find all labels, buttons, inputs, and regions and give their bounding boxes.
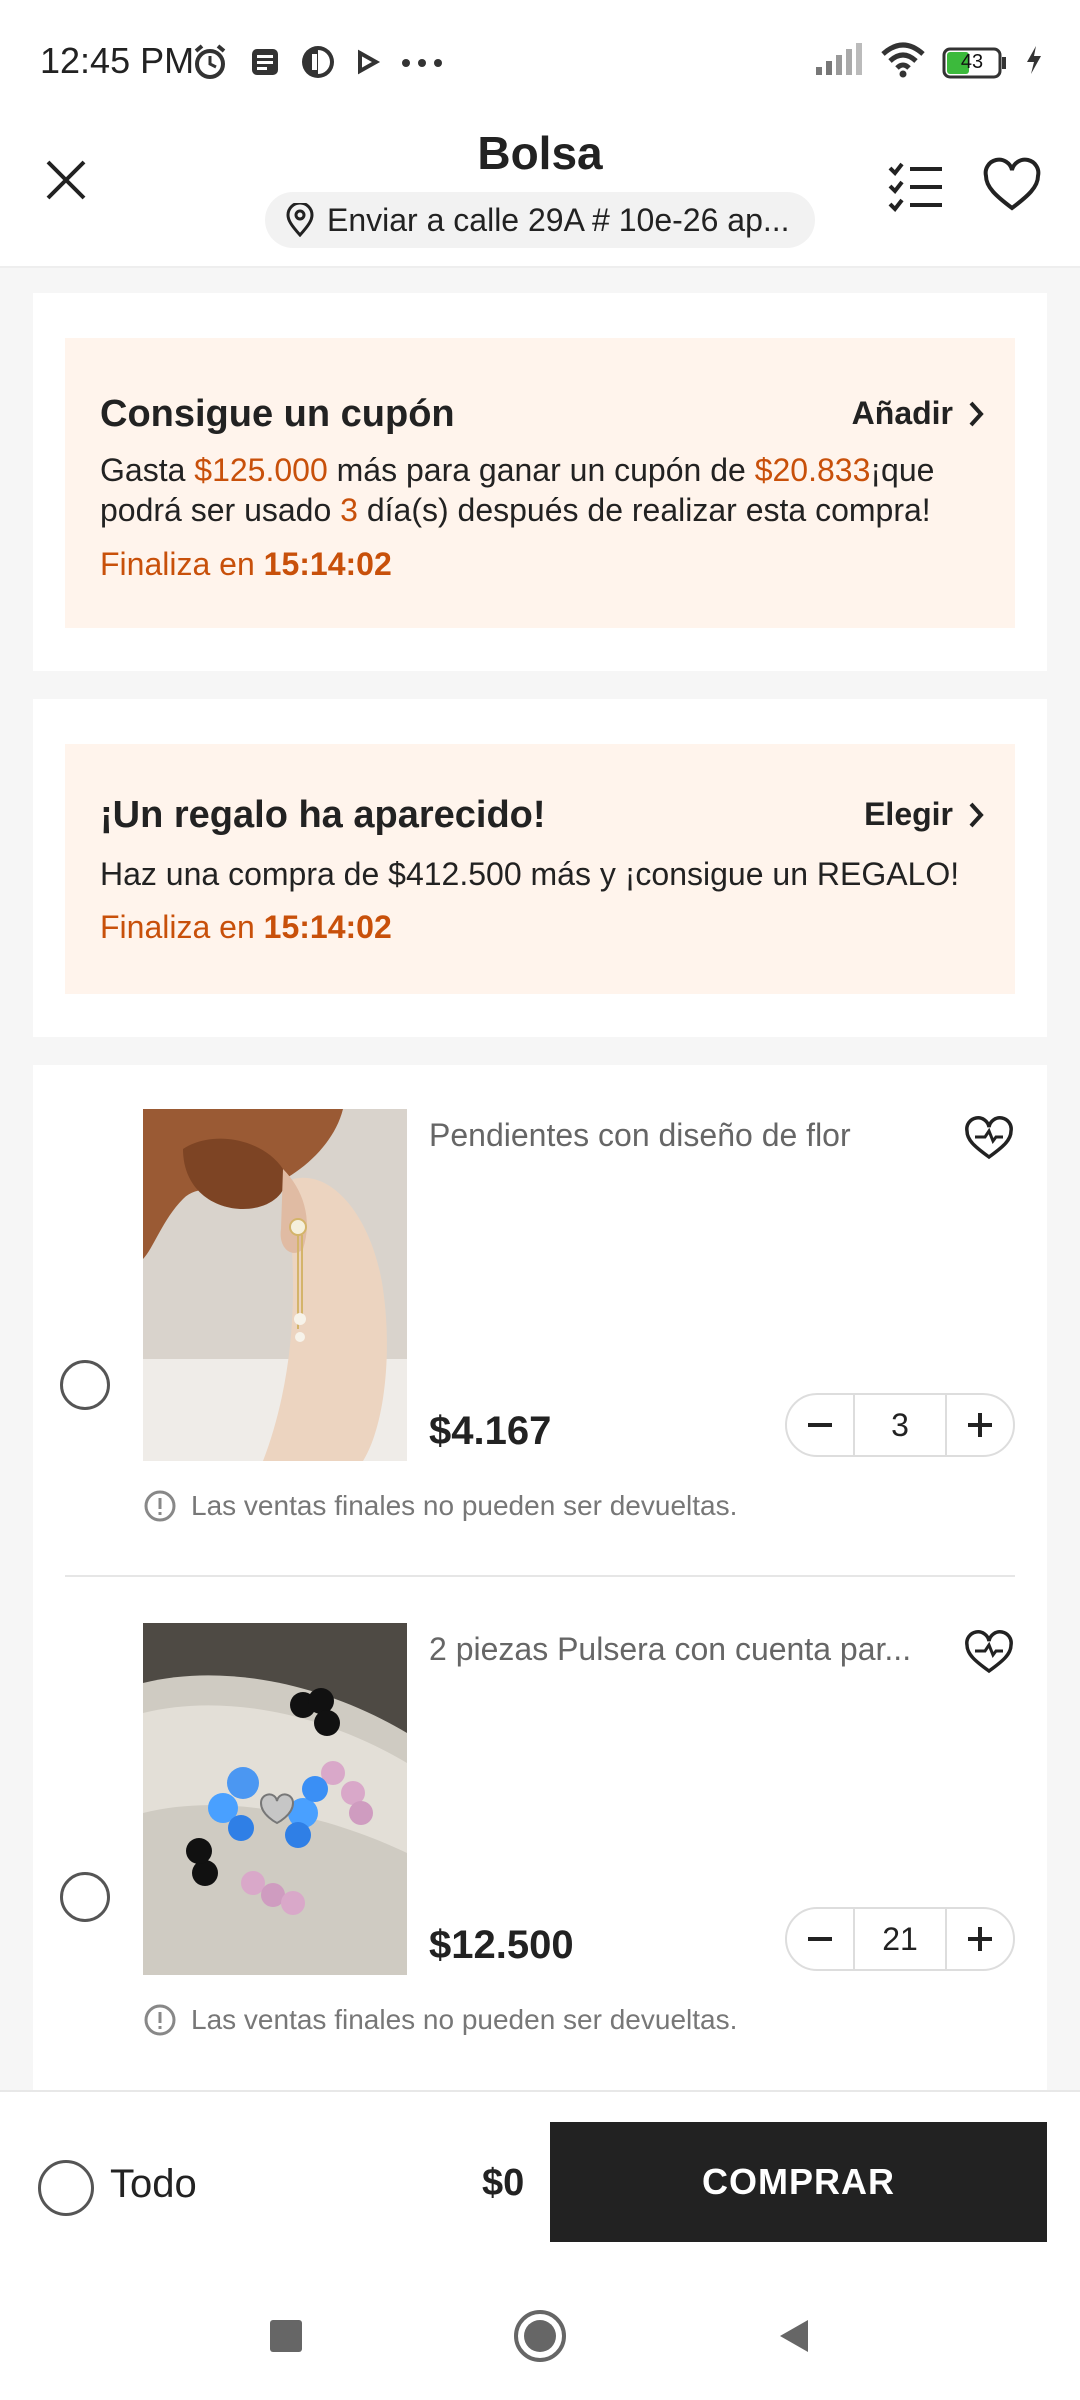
gift-choose-button[interactable]: Elegir: [864, 796, 985, 833]
coupon-promo: Consigue un cupón Añadir Gasta $125.000 …: [65, 338, 1015, 628]
minus-icon: [808, 1937, 832, 1941]
cart-items-card: Pendientes con diseño de flor $4.167 3 L…: [33, 1065, 1047, 2090]
message-icon: [248, 45, 282, 84]
battery-icon: 43: [942, 47, 1008, 79]
chevron-right-icon: [969, 401, 984, 426]
item-select-radio[interactable]: [60, 1360, 110, 1410]
select-all-radio[interactable]: [38, 2160, 94, 2216]
item-select-radio[interactable]: [60, 1872, 110, 1922]
chevron-right-icon: [969, 802, 984, 827]
app-icon: [300, 44, 336, 85]
gift-card: ¡Un regalo ha aparecido! Elegir Haz una …: [33, 699, 1047, 1037]
heart-icon: [983, 157, 1041, 211]
status-icons-right: 43: [814, 42, 1044, 83]
location-pin-icon: [286, 203, 314, 237]
checklist-icon: [888, 162, 942, 213]
final-sale-text: Las ventas finales no pueden ser devuelt…: [191, 2004, 738, 2035]
info-circle-icon: [144, 2004, 176, 2036]
recents-button[interactable]: [258, 2308, 314, 2364]
cart-item: 2 piezas Pulsera con cuenta par... $12.5…: [33, 1623, 1047, 2090]
coupon-add-button[interactable]: Añadir: [852, 395, 985, 432]
checkout-bar: Todo $0 COMPRAR: [0, 2090, 1080, 2274]
shipping-address-text: Enviar a calle 29A # 10e-26 ap...: [327, 201, 790, 238]
home-button[interactable]: [512, 2308, 568, 2364]
signal-icon: [814, 43, 864, 82]
product-image[interactable]: [143, 1623, 407, 1975]
quantity-stepper: 3: [785, 1393, 1015, 1457]
home-circle-icon: [514, 2310, 566, 2362]
battery-level: 43: [960, 50, 984, 73]
product-price: $12.500: [429, 1923, 574, 1967]
coupon-countdown: Finaliza en 15:14:02: [100, 546, 392, 582]
buy-button[interactable]: COMPRAR: [550, 2122, 1047, 2242]
quantity-value[interactable]: 21: [853, 1909, 947, 1969]
final-sale-text: Las ventas finales no pueden ser devuelt…: [191, 1490, 738, 1521]
product-name[interactable]: 2 piezas Pulsera con cuenta par...: [429, 1631, 949, 1668]
total-price: $0: [482, 2162, 525, 2204]
gift-choose-label: Elegir: [864, 796, 953, 832]
plus-icon: [968, 1413, 992, 1437]
wishlist-button[interactable]: [980, 154, 1044, 218]
increase-quantity-button[interactable]: [947, 1395, 1013, 1455]
product-name[interactable]: Pendientes con diseño de flor: [429, 1117, 949, 1154]
coupon-description: Gasta $125.000 más para ganar un cupón d…: [100, 452, 935, 528]
back-triangle-icon: [780, 2320, 808, 2352]
minus-icon: [808, 1423, 832, 1427]
charging-icon: [1024, 44, 1044, 81]
quantity-value[interactable]: 3: [853, 1395, 947, 1455]
earring-photo: [143, 1109, 407, 1461]
back-button[interactable]: [766, 2308, 822, 2364]
status-icons-left: [190, 42, 444, 87]
alarm-icon: [190, 42, 230, 87]
move-to-wishlist-button[interactable]: [963, 1629, 1015, 1677]
gift-description: Haz una compra de $412.500 más y ¡consig…: [100, 856, 960, 892]
system-nav-bar: [0, 2272, 1080, 2400]
status-bar: 12:45 PM 43: [0, 0, 1080, 110]
gift-countdown: Finaliza en 15:14:02: [100, 909, 392, 945]
quantity-stepper: 21: [785, 1907, 1015, 1971]
heart-plus-icon: [965, 1116, 1013, 1160]
decrease-quantity-button[interactable]: [787, 1395, 853, 1455]
product-price: $4.167: [429, 1409, 552, 1453]
heart-plus-icon: [965, 1630, 1013, 1674]
select-all-label[interactable]: Todo: [110, 2162, 197, 2207]
header: Bolsa Enviar a calle 29A # 10e-26 ap...: [0, 110, 1080, 268]
coupon-add-label: Añadir: [851, 395, 953, 431]
play-icon: [354, 47, 382, 82]
status-time: 12:45 PM: [40, 40, 195, 81]
coupon-title: Consigue un cupón: [100, 393, 455, 435]
info-circle-icon: [144, 1490, 176, 1522]
shipping-address-pill[interactable]: Enviar a calle 29A # 10e-26 ap...: [265, 192, 815, 248]
product-image[interactable]: [143, 1109, 407, 1461]
decrease-quantity-button[interactable]: [787, 1909, 853, 1969]
square-icon: [270, 2320, 302, 2352]
coupon-card: Consigue un cupón Añadir Gasta $125.000 …: [33, 293, 1047, 671]
gift-promo: ¡Un regalo ha aparecido! Elegir Haz una …: [65, 744, 1015, 994]
final-sale-note: Las ventas finales no pueden ser devuelt…: [143, 2003, 737, 2037]
more-icon: [400, 56, 444, 74]
final-sale-note: Las ventas finales no pueden ser devuelt…: [143, 1489, 737, 1523]
gift-title: ¡Un regalo ha aparecido!: [100, 794, 546, 836]
bracelet-photo: [143, 1623, 407, 1975]
cart-item: Pendientes con diseño de flor $4.167 3 L…: [33, 1109, 1047, 1623]
wifi-icon: [880, 42, 926, 83]
manage-list-button[interactable]: [884, 154, 948, 218]
move-to-wishlist-button[interactable]: [963, 1115, 1015, 1163]
plus-icon: [968, 1927, 992, 1951]
item-divider: [65, 1575, 1015, 1577]
increase-quantity-button[interactable]: [947, 1909, 1013, 1969]
